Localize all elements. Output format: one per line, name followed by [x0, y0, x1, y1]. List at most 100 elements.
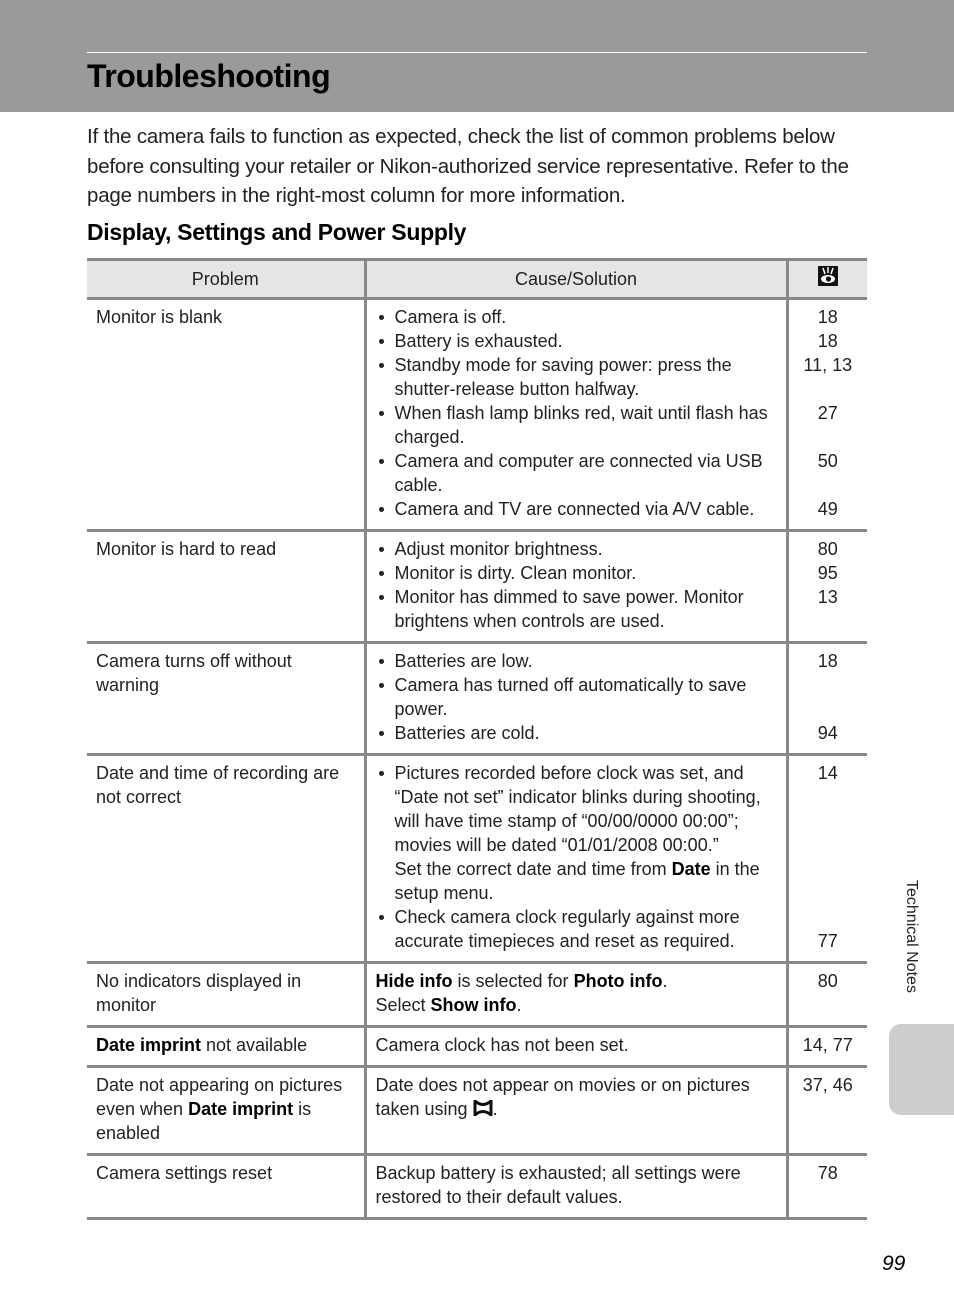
problem-text: Monitor is hard to read — [96, 539, 277, 559]
problem-text: No indicators displayed in monitor — [96, 971, 302, 1015]
table-row: Date not appearing on pictures even when… — [87, 1066, 867, 1156]
table-row: Date and time of recording are not corre… — [87, 754, 867, 964]
page-reference: 18 — [817, 331, 838, 351]
reference-spacer — [791, 905, 866, 929]
list-item: Monitor has dimmed to save power. Monito… — [376, 585, 778, 633]
text-fragment: Date does not appear on movies or on pic… — [375, 1075, 750, 1119]
list-item: Batteries are low. — [376, 649, 778, 673]
page-reference: 78 — [817, 1163, 838, 1183]
bold-term: Hide info — [375, 971, 453, 991]
side-tab[interactable] — [889, 1024, 954, 1115]
reference-cell: 18 18 11, 13 27 50 49 — [785, 298, 867, 532]
list-item: Adjust monitor brightness. — [376, 537, 778, 561]
cause-cell: Batteries are low. Camera has turned off … — [363, 642, 787, 756]
cause-text: Monitor is dirty. Clean monitor. — [394, 563, 637, 583]
reference-spacer — [791, 833, 866, 857]
list-item: Camera has turned off automatically to s… — [376, 673, 778, 721]
list-item: Monitor is dirty. Clean monitor. — [376, 561, 778, 585]
header-cause-solution: Cause/Solution — [363, 258, 787, 300]
table-row: Date imprint not available Camera clock h… — [87, 1026, 867, 1068]
problem-text: Camera turns off without warning — [96, 651, 292, 695]
page-reference: 18 — [817, 307, 838, 327]
cause-cell: Adjust monitor brightness. Monitor is dir… — [363, 530, 787, 644]
page-title: Troubleshooting — [87, 58, 331, 94]
eye-icon — [817, 266, 838, 292]
cause-text: Camera is off. — [394, 307, 507, 327]
page-number: 99 — [882, 1252, 906, 1275]
text-fragment: . — [516, 995, 522, 1015]
text-fragment: Select — [375, 995, 431, 1015]
bold-term: Date imprint — [96, 1035, 202, 1055]
reference-cell: 37, 46 — [785, 1066, 867, 1156]
reference-cell: 80 95 13 — [785, 530, 867, 644]
page-reference — [791, 673, 866, 697]
cause-text: Batteries are cold. — [394, 723, 540, 743]
page-reference: 80 — [817, 971, 838, 991]
page-reference: 13 — [817, 587, 838, 607]
list-item: Check camera clock regularly against mor… — [376, 905, 778, 953]
page-reference: 11, 13 — [803, 355, 853, 375]
cause-text: Monitor has dimmed to save power. Monito… — [394, 587, 744, 631]
cause-cell: Pictures recorded before clock was set, … — [363, 754, 787, 964]
reference-spacer — [791, 857, 866, 881]
problem-cell: Monitor is blank — [87, 298, 365, 532]
panorama-assist-icon — [473, 1099, 493, 1123]
cause-text: Check camera clock regularly against mor… — [394, 907, 740, 951]
page-reference: 14, 77 — [802, 1035, 853, 1055]
section-title: Display, Settings and Power Supply — [87, 219, 467, 245]
page-reference: 95 — [817, 563, 838, 583]
reference-cell: 18 94 — [785, 642, 867, 756]
text-fragment: . — [492, 1099, 498, 1119]
cause-text: Camera clock has not been set. — [375, 1035, 629, 1055]
reference-spacer — [791, 425, 866, 449]
header-band: Troubleshooting — [0, 0, 954, 112]
reference-spacer — [791, 377, 866, 401]
intro-paragraph: If the camera fails to function as expec… — [87, 125, 849, 207]
problem-cell: Date imprint not available — [87, 1026, 365, 1068]
page-reference: 18 — [817, 651, 838, 671]
problem-text: Camera settings reset — [96, 1163, 273, 1183]
text-fragment: is selected for — [452, 971, 574, 991]
page-reference: 77 — [817, 931, 838, 951]
cause-text: Batteries are low. — [394, 651, 533, 671]
cause-cell: Date does not appear on movies or on pic… — [363, 1066, 787, 1156]
reference-cell: 14 77 — [785, 754, 867, 964]
reference-spacer — [791, 697, 866, 721]
problem-cell: Camera settings reset — [87, 1154, 365, 1220]
text-fragment: Pictures recorded before clock was set, … — [394, 763, 761, 855]
bold-term: Show info — [430, 995, 517, 1015]
problem-text: Date and time of recording are not corre… — [96, 763, 340, 807]
reference-cell: 78 — [785, 1154, 867, 1220]
table-header-row: Problem Cause/Solution — [87, 258, 867, 300]
table-row: Camera settings reset Backup battery is e… — [87, 1154, 867, 1220]
cause-cell: Hide info is selected for Photo info. Sel… — [363, 962, 787, 1028]
list-item: Battery is exhausted. — [376, 329, 778, 353]
side-tab-label: Technical Notes — [903, 880, 920, 993]
page-reference: 14 — [817, 763, 838, 783]
list-item: Standby mode for saving power: press the… — [376, 353, 778, 401]
cause-cell: Camera clock has not been set. — [363, 1026, 787, 1068]
page-reference: 49 — [817, 499, 838, 519]
problem-cell: Monitor is hard to read — [87, 530, 365, 644]
text-fragment: not available — [201, 1035, 308, 1055]
troubleshooting-table: Problem Cause/Solution Monitor is blank C… — [87, 258, 867, 1220]
list-item: Camera and TV are connected via A/V cabl… — [376, 497, 778, 521]
reference-cell: 14, 77 — [785, 1026, 867, 1068]
problem-cell: No indicators displayed in monitor — [87, 962, 365, 1028]
table-row: Camera turns off without warning Batterie… — [87, 642, 867, 756]
page-reference: 27 — [817, 403, 838, 423]
page-reference: 37, 46 — [802, 1075, 853, 1095]
reference-spacer — [791, 609, 866, 633]
header-reference — [785, 258, 867, 300]
cause-cell: Camera is off. Battery is exhausted. Stand… — [363, 298, 787, 532]
cause-text: Camera and computer are connected via US… — [394, 451, 763, 495]
problem-cell: Date not appearing on pictures even when… — [87, 1066, 365, 1156]
cause-list: Batteries are low. Camera has turned off … — [376, 649, 778, 745]
list-item: Camera is off. — [376, 305, 778, 329]
list-item: Pictures recorded before clock was set, … — [376, 761, 778, 905]
reference-cell: 80 — [785, 962, 867, 1028]
header-rule — [87, 52, 867, 53]
header-problem: Problem — [87, 258, 365, 300]
cause-text: Camera and TV are connected via A/V cabl… — [394, 499, 755, 519]
table-row: Monitor is hard to read Adjust monitor br… — [87, 530, 867, 644]
